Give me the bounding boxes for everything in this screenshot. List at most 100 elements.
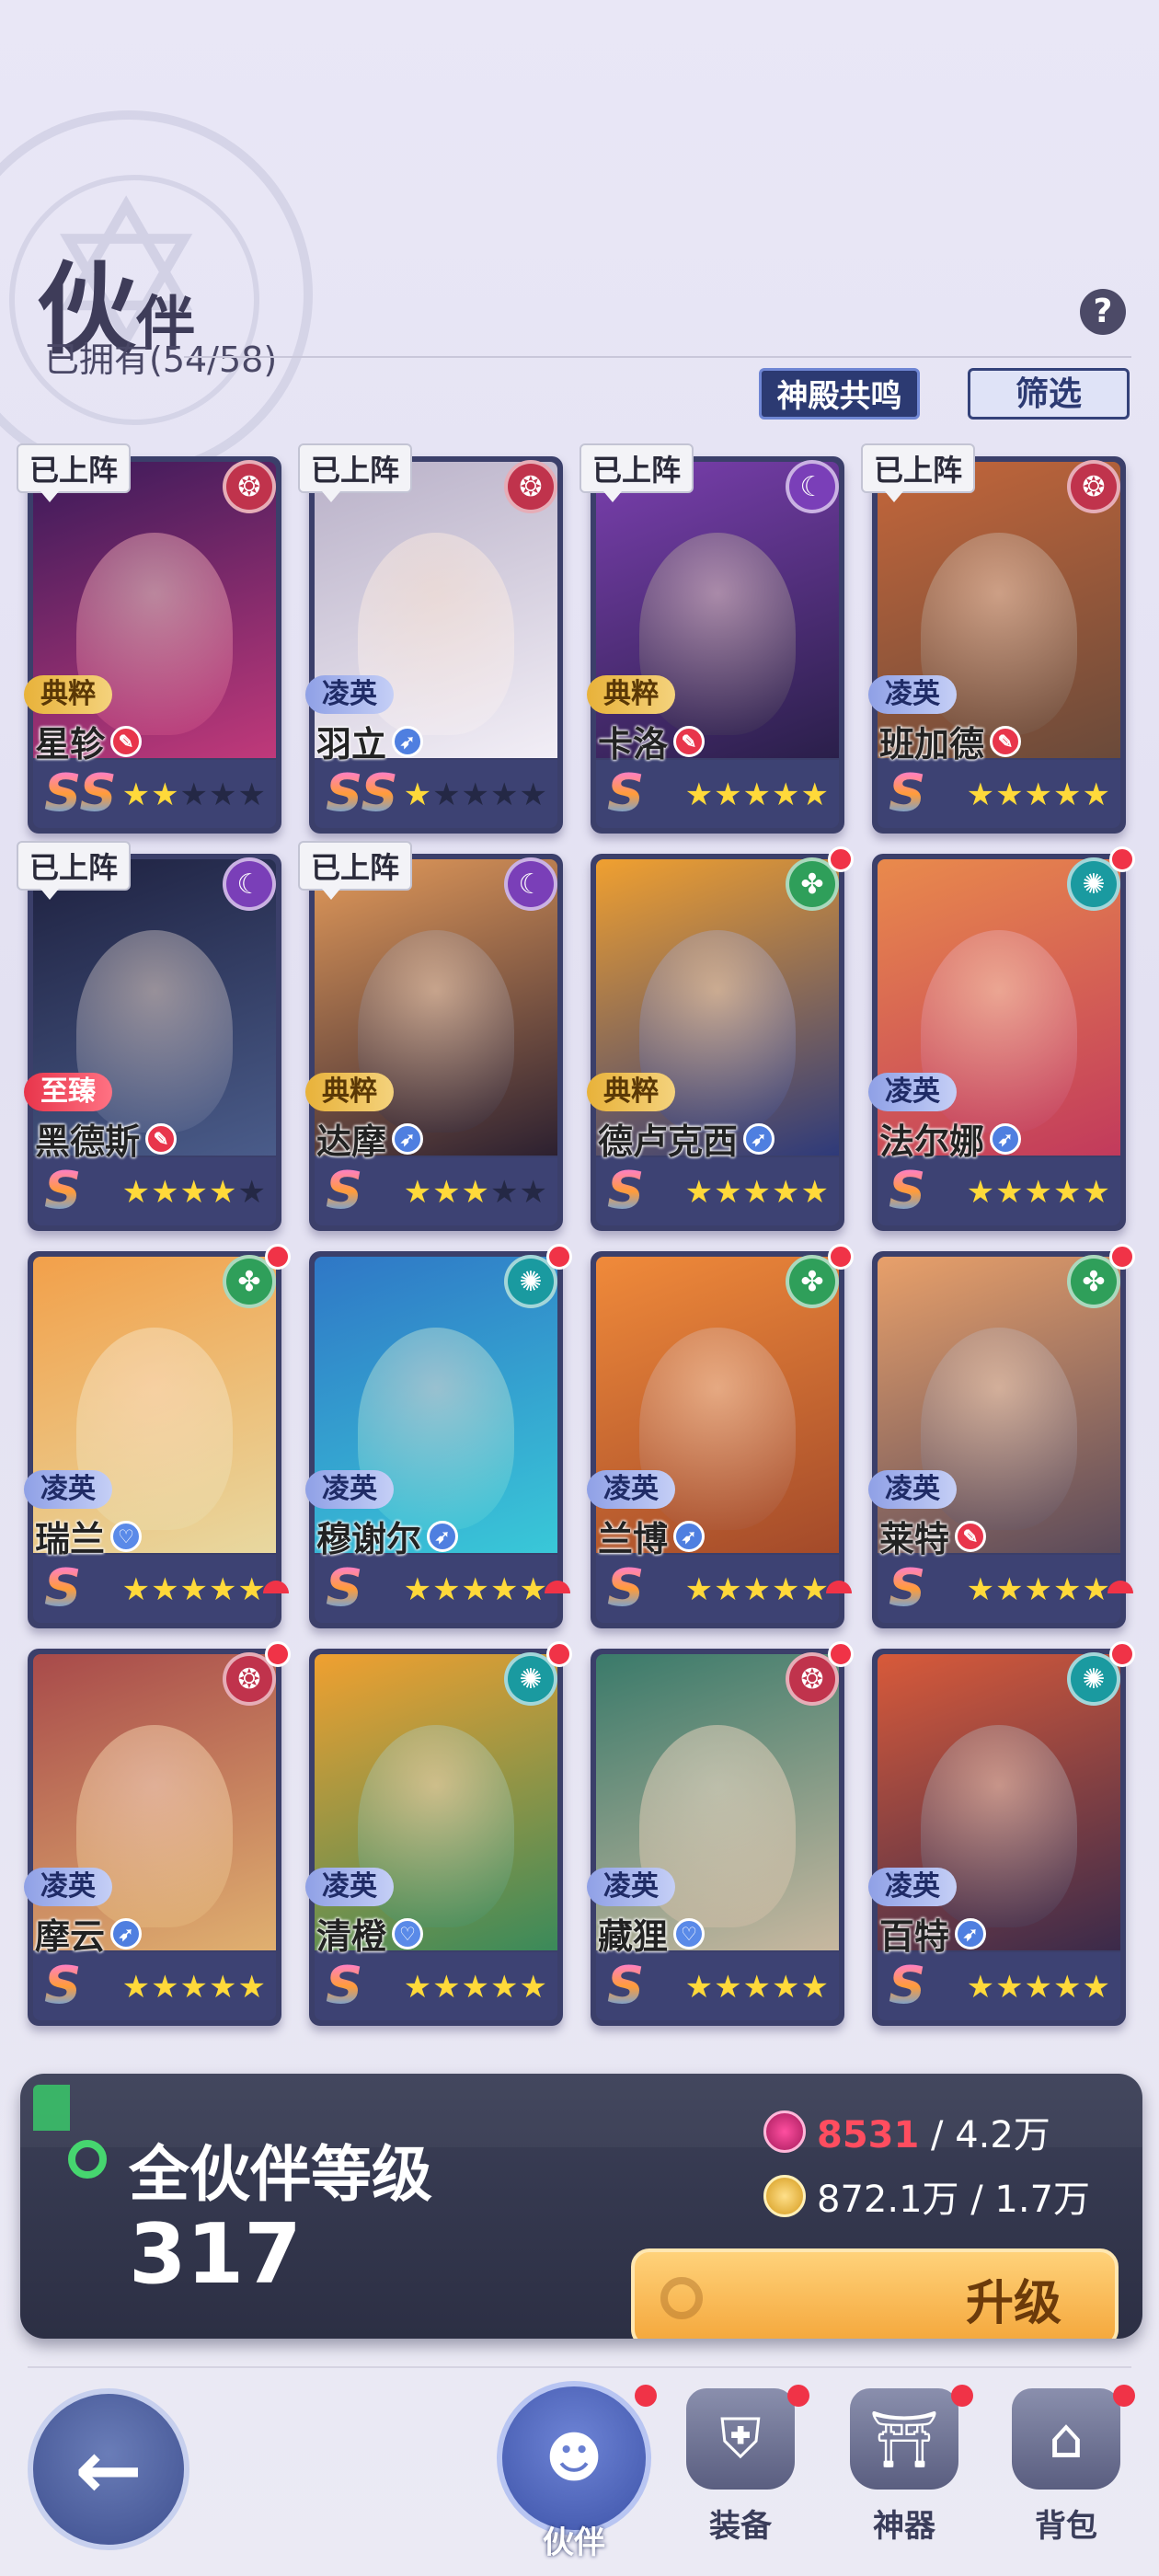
star-filled-icon: ★ — [1024, 1571, 1054, 1608]
rank-badge: 凌英 — [868, 1073, 957, 1111]
role-red-icon: ✎ — [955, 1520, 987, 1552]
star-empty-icon: ★ — [209, 776, 238, 813]
partner-name-text: 瑞兰 — [35, 1518, 106, 1559]
star-filled-icon: ★ — [179, 1174, 210, 1211]
star-filled-icon: ★ — [432, 1571, 462, 1608]
armor-icon: ⛨ — [686, 2388, 795, 2490]
star-filled-icon: ★ — [995, 776, 1025, 813]
partner-card[interactable]: ✤ 凌英 瑞兰 ♡ S ★★★★★ — [24, 1244, 291, 1628]
level-title: 全伙伴等级 — [129, 2139, 432, 2210]
partner-card[interactable]: ❂ 凌英 摩云 ➶ S ★★★★★ — [24, 1641, 291, 2026]
role-blue-icon: ➶ — [427, 1520, 459, 1552]
role-heart-icon: ♡ — [673, 1917, 706, 1949]
star-filled-icon: ★ — [151, 1174, 180, 1211]
grade-s-icon: S — [607, 1161, 645, 1221]
star-empty-icon: ★ — [519, 776, 548, 813]
deployed-tag: 已上阵 — [298, 443, 413, 502]
partner-card[interactable]: 已上阵 ❂ 凌英 羽立 ➶ SS ★★★★★ — [298, 443, 563, 834]
rank-badge: 凌英 — [305, 675, 394, 714]
temple-resonance-button[interactable]: 神殿共鸣 — [759, 368, 920, 420]
nav-divider — [28, 2366, 1131, 2368]
partner-card[interactable]: 已上阵 ❂ 典粹 星轸 ✎ SS ★★★★★ — [17, 443, 281, 834]
partner-name-text: 藏狸 — [598, 1915, 669, 1957]
role-red-icon: ✎ — [673, 725, 706, 757]
star-filled-icon: ★ — [742, 776, 773, 813]
partner-card[interactable]: ✺ 凌英 穆谢尔 ➶ S ★★★★★ — [305, 1244, 572, 1628]
rank-badge: 凌英 — [305, 1868, 394, 1906]
star-filled-icon: ★ — [121, 776, 152, 813]
card-footer: S ★★★★★ — [596, 760, 839, 828]
star-rating: ★★★★★ — [122, 1969, 267, 2006]
nav-tab-partner[interactable]: ☻ 伙伴 — [491, 2381, 657, 2561]
rank-badge: 典粹 — [24, 675, 112, 714]
partner-card[interactable]: ✤ 典粹 德卢克西 ➶ S ★★★★★ — [587, 846, 854, 1231]
nav-tab-label: 背包 — [1035, 2508, 1097, 2545]
star-empty-icon: ★ — [490, 1174, 520, 1211]
partner-icon: ☻ — [497, 2381, 651, 2536]
nav-tab-backpack[interactable]: ⌂ 背包 — [997, 2385, 1135, 2554]
partner-name: 穆谢尔 ➶ — [316, 1511, 459, 1561]
card-footer: S ★★★★★ — [33, 1555, 276, 1623]
partner-card[interactable]: ❂ 凌英 藏狸 ♡ S ★★★★★ — [587, 1641, 854, 2026]
partner-card[interactable]: ✤ 凌英 莱特 ✎ S ★★★★★ — [868, 1244, 1135, 1628]
gem-icon — [763, 2110, 806, 2153]
help-icon[interactable]: ? — [1080, 289, 1126, 335]
notification-dot — [951, 2385, 973, 2407]
star-filled-icon: ★ — [742, 1969, 773, 2006]
coin-icon — [763, 2175, 806, 2217]
partner-name-text: 卡洛 — [598, 723, 669, 765]
star-filled-icon: ★ — [772, 1969, 801, 2006]
notification-dot — [828, 846, 854, 872]
partner-card[interactable]: ✺ 凌英 清橙 ♡ S ★★★★★ — [305, 1641, 572, 2026]
partner-card[interactable]: ✺ 凌英 百特 ➶ S ★★★★★ — [868, 1641, 1135, 2026]
grade-s-icon: S — [44, 1558, 82, 1618]
grade-s-icon: S — [889, 1956, 926, 2016]
card-footer: S ★★★★★ — [33, 1157, 276, 1225]
filter-button[interactable]: 筛选 — [968, 368, 1130, 420]
upgrade-button[interactable]: 升级 — [631, 2248, 1119, 2339]
rank-badge: 典粹 — [587, 1073, 675, 1111]
partner-name-text: 穆谢尔 — [316, 1518, 422, 1559]
partner-card[interactable]: 已上阵 ☾ 至臻 黑德斯 ✎ S ★★★★★ — [17, 841, 281, 1231]
rank-badge: 凌英 — [24, 1470, 112, 1509]
panel-corner-tab — [33, 2085, 70, 2131]
grade-ss-icon: SS — [326, 764, 398, 823]
partner-name: 羽立 ➶ — [316, 716, 424, 766]
card-footer: S ★★★★★ — [878, 1952, 1120, 2020]
star-filled-icon: ★ — [237, 1571, 267, 1608]
partner-card[interactable]: 已上阵 ☾ 典粹 达摩 ➶ S ★★★★★ — [298, 841, 563, 1231]
notification-dot — [265, 1641, 291, 1667]
nav-tab-armor[interactable]: ⛨ 装备 — [671, 2385, 809, 2554]
back-button[interactable]: ← — [28, 2388, 189, 2550]
partner-card[interactable]: 已上阵 ☾ 典粹 卡洛 ✎ S ★★★★★ — [580, 443, 844, 834]
rank-badge: 典粹 — [305, 1073, 394, 1111]
star-empty-icon: ★ — [490, 776, 520, 813]
star-filled-icon: ★ — [461, 1174, 491, 1211]
grade-s-icon: S — [326, 1558, 363, 1618]
star-filled-icon: ★ — [684, 1571, 715, 1608]
partner-card[interactable]: ✺ 凌英 法尔娜 ➶ S ★★★★★ — [868, 846, 1135, 1231]
star-filled-icon: ★ — [209, 1174, 238, 1211]
role-blue-icon: ➶ — [990, 1122, 1022, 1155]
partner-name: 星轸 ✎ — [35, 716, 143, 766]
star-filled-icon: ★ — [1053, 776, 1083, 813]
partner-name: 瑞兰 ♡ — [35, 1511, 143, 1561]
partner-card[interactable]: ✤ 凌英 兰博 ➶ S ★★★★★ — [587, 1244, 854, 1628]
star-filled-icon: ★ — [209, 1969, 238, 2006]
rank-badge: 凌英 — [587, 1868, 675, 1906]
grade-s-icon: S — [889, 764, 926, 823]
star-filled-icon: ★ — [800, 776, 830, 813]
grade-s-icon: S — [44, 1161, 82, 1221]
star-rating: ★★★★★ — [685, 776, 830, 813]
star-rating: ★★★★★ — [685, 1174, 830, 1211]
artifact-icon: ⛩ — [850, 2388, 958, 2490]
card-footer: S ★★★★★ — [878, 760, 1120, 828]
notification-dot — [546, 1244, 572, 1270]
notification-dot — [828, 1244, 854, 1270]
star-filled-icon: ★ — [1082, 776, 1111, 813]
partner-name: 卡洛 ✎ — [598, 716, 706, 766]
star-filled-icon: ★ — [772, 776, 801, 813]
nav-tab-artifact[interactable]: ⛩ 神器 — [835, 2385, 973, 2554]
notification-dot — [828, 1641, 854, 1667]
partner-card[interactable]: 已上阵 ❂ 凌英 班加德 ✎ S ★★★★★ — [861, 443, 1126, 834]
